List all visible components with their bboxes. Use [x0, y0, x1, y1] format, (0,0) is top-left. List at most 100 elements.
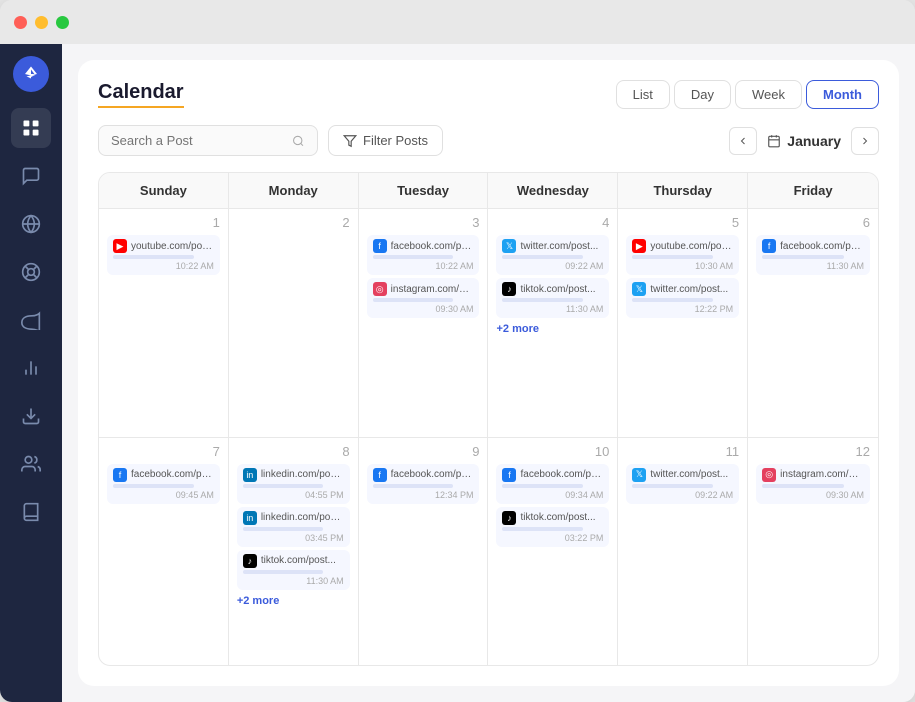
sidebar-item-support[interactable]: [11, 252, 51, 292]
post-item[interactable]: 𝕏 twitter.com/post... 09:22 AM: [496, 235, 609, 275]
post-item[interactable]: ▶ youtube.com/post... 10:22 AM: [107, 235, 220, 275]
post-item[interactable]: f facebook.com/post... 11:30 AM: [756, 235, 870, 275]
maximize-button[interactable]: [56, 16, 69, 29]
post-item[interactable]: in linkedin.com/post... 03:45 PM: [237, 507, 350, 547]
post-bar: [243, 570, 324, 574]
sidebar-item-download[interactable]: [11, 396, 51, 436]
post-item[interactable]: f facebook.com/post... 10:22 AM: [367, 235, 480, 275]
tiktok-icon: ♪: [243, 554, 257, 568]
post-item[interactable]: 𝕏 twitter.com/post... 09:22 AM: [626, 464, 739, 504]
post-top: ◎ instagram.com/post...: [762, 468, 864, 482]
sidebar-item-dashboard[interactable]: [11, 108, 51, 148]
calendar-row-2: 7 f facebook.com/post... 09:45 AM: [99, 438, 878, 666]
calendar-grid: Sunday Monday Tuesday Wednesday Thursday…: [98, 172, 879, 666]
filter-button[interactable]: Filter Posts: [328, 125, 443, 156]
facebook-icon: f: [762, 239, 776, 253]
post-bar: [502, 298, 583, 302]
post-item[interactable]: ▶ youtube.com/post... 10:30 AM: [626, 235, 739, 275]
toolbar: Filter Posts January: [98, 125, 879, 156]
post-item[interactable]: f facebook.com/post... 09:45 AM: [107, 464, 220, 504]
day-cell-11: 11 𝕏 twitter.com/post... 09:22 AM: [618, 438, 748, 666]
day-cell-3: 3 f facebook.com/post... 10:22 AM: [359, 209, 489, 437]
tiktok-icon: ♪: [502, 511, 516, 525]
post-url: instagram.com/post...: [780, 469, 864, 480]
view-buttons: List Day Week Month: [616, 80, 879, 109]
view-week-button[interactable]: Week: [735, 80, 802, 109]
post-bar: [502, 255, 583, 259]
search-box[interactable]: [98, 125, 318, 156]
nav-controls: January: [729, 127, 879, 155]
post-top: f facebook.com/post...: [113, 468, 214, 482]
post-item[interactable]: ◎ instagram.com/post... 09:30 AM: [756, 464, 870, 504]
post-time: 09:30 AM: [762, 490, 864, 500]
day-cell-7: 7 f facebook.com/post... 09:45 AM: [99, 438, 229, 666]
post-url: youtube.com/post...: [650, 241, 733, 252]
post-time: 12:22 PM: [632, 304, 733, 314]
post-bar: [243, 527, 324, 531]
post-item[interactable]: ♪ tiktok.com/post... 03:22 PM: [496, 507, 609, 547]
post-top: 𝕏 twitter.com/post...: [632, 468, 733, 482]
post-time: 11:30 AM: [502, 304, 603, 314]
post-top: ◎ instagram.com/post...: [373, 282, 474, 296]
post-top: ▶ youtube.com/post...: [113, 239, 214, 253]
filter-icon: [343, 134, 357, 148]
post-top: in linkedin.com/post...: [243, 468, 344, 482]
post-item[interactable]: 𝕏 twitter.com/post... 12:22 PM: [626, 278, 739, 318]
post-time: 09:34 AM: [502, 490, 603, 500]
day-header-sunday: Sunday: [99, 173, 229, 208]
month-display: January: [767, 133, 841, 149]
post-url: facebook.com/post...: [131, 469, 214, 480]
day-header-thursday: Thursday: [618, 173, 748, 208]
prev-month-button[interactable]: [729, 127, 757, 155]
facebook-icon: f: [373, 468, 387, 482]
sidebar: [0, 44, 62, 702]
view-day-button[interactable]: Day: [674, 80, 731, 109]
post-top: f facebook.com/post...: [373, 239, 474, 253]
sidebar-item-analytics[interactable]: [11, 348, 51, 388]
post-bar: [243, 484, 324, 488]
titlebar: [0, 0, 915, 44]
day-num: 1: [107, 215, 220, 230]
instagram-icon: ◎: [373, 282, 387, 296]
post-bar: [632, 298, 713, 302]
post-item[interactable]: ♪ tiktok.com/post... 11:30 AM: [496, 278, 609, 318]
view-list-button[interactable]: List: [616, 80, 670, 109]
minimize-button[interactable]: [35, 16, 48, 29]
post-item[interactable]: ♪ tiktok.com/post... 11:30 AM: [237, 550, 350, 590]
day-header-tuesday: Tuesday: [359, 173, 489, 208]
view-month-button[interactable]: Month: [806, 80, 879, 109]
sidebar-item-messages[interactable]: [11, 156, 51, 196]
post-time: 11:30 AM: [243, 576, 344, 586]
day-header-monday: Monday: [229, 173, 359, 208]
sidebar-logo[interactable]: [13, 56, 49, 92]
twitter-icon: 𝕏: [632, 282, 646, 296]
day-cell-6: 6 f facebook.com/post... 11:30 AM: [748, 209, 878, 437]
close-button[interactable]: [14, 16, 27, 29]
app-body: Calendar List Day Week Month: [0, 44, 915, 702]
youtube-icon: ▶: [632, 239, 646, 253]
post-bar: [373, 484, 454, 488]
sidebar-item-campaigns[interactable]: [11, 300, 51, 340]
search-input[interactable]: [111, 133, 284, 148]
post-bar: [632, 484, 713, 488]
day-num: 7: [107, 444, 220, 459]
twitter-icon: 𝕏: [632, 468, 646, 482]
post-item[interactable]: f facebook.com/post... 09:34 AM: [496, 464, 609, 504]
sidebar-item-library[interactable]: [11, 492, 51, 532]
sidebar-item-network[interactable]: [11, 204, 51, 244]
more-link[interactable]: +2 more: [496, 321, 609, 337]
more-link[interactable]: +2 more: [237, 593, 350, 609]
month-label: January: [787, 133, 841, 149]
day-num: 12: [756, 444, 870, 459]
post-item[interactable]: in linkedin.com/post... 04:55 PM: [237, 464, 350, 504]
post-item[interactable]: f facebook.com/post... 12:34 PM: [367, 464, 480, 504]
post-top: 𝕏 twitter.com/post...: [502, 239, 603, 253]
post-top: f facebook.com/post...: [502, 468, 603, 482]
sidebar-item-team[interactable]: [11, 444, 51, 484]
day-header-wednesday: Wednesday: [488, 173, 618, 208]
post-top: f facebook.com/post...: [373, 468, 474, 482]
post-item[interactable]: ◎ instagram.com/post... 09:30 AM: [367, 278, 480, 318]
day-num: 3: [367, 215, 480, 230]
next-month-button[interactable]: [851, 127, 879, 155]
post-bar: [632, 255, 713, 259]
